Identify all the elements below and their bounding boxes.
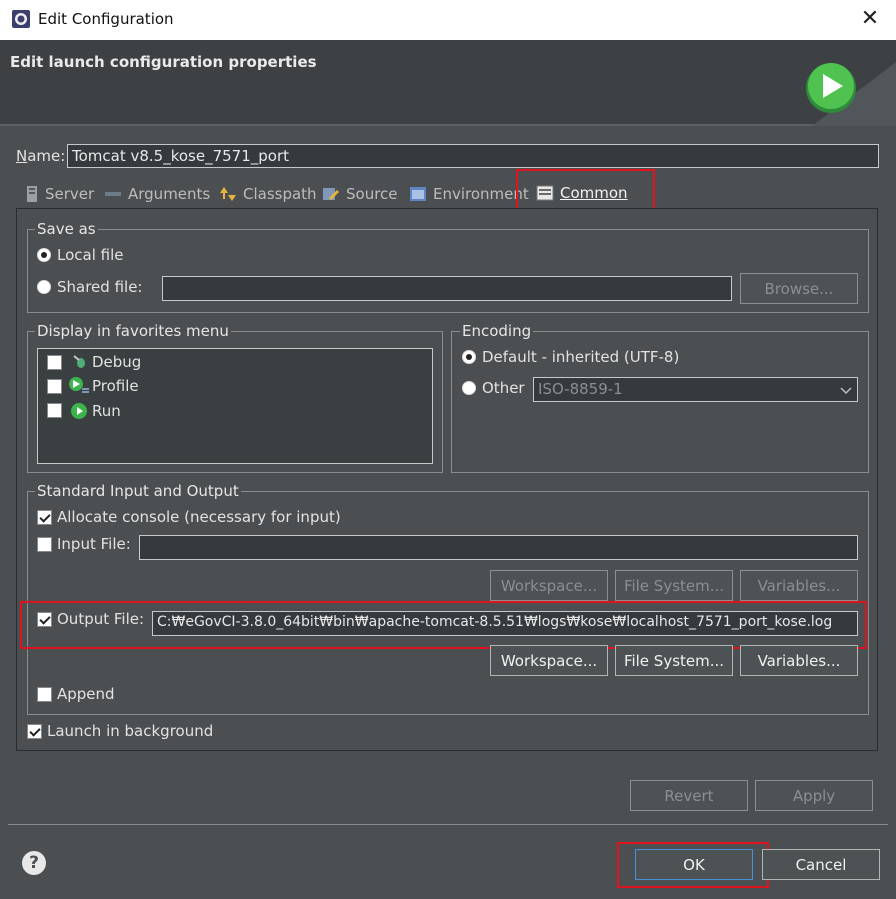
run-banner-icon <box>806 62 896 126</box>
output-variables-button[interactable]: Variables... <box>740 645 858 676</box>
encoding-default-label[interactable]: Default - inherited (UTF-8) <box>482 348 679 366</box>
encoding-other-label[interactable]: Other <box>482 379 525 397</box>
launch-background-checkbox[interactable] <box>27 724 42 739</box>
debug-icon <box>73 355 85 368</box>
header-title: Edit launch configuration properties <box>10 53 317 71</box>
server-icon <box>27 186 37 202</box>
append-label[interactable]: Append <box>57 685 115 703</box>
cancel-button[interactable]: Cancel <box>762 849 880 880</box>
favorite-profile-checkbox[interactable] <box>47 379 62 394</box>
allocate-console-label[interactable]: Allocate console (necessary for input) <box>57 508 341 526</box>
run-icon <box>71 403 87 419</box>
save-as-title: Save as <box>35 220 98 238</box>
help-icon[interactable]: ? <box>22 851 46 875</box>
input-file-system-button[interactable]: File System... <box>615 570 733 601</box>
encoding-other-radio[interactable] <box>462 381 476 395</box>
encoding-default-radio[interactable] <box>462 350 476 364</box>
revert-button[interactable]: Revert <box>630 780 748 811</box>
tab-arguments[interactable]: Arguments <box>104 180 210 208</box>
environment-icon <box>410 187 426 201</box>
browse-button[interactable]: Browse... <box>740 273 858 304</box>
favorite-debug-checkbox[interactable] <box>47 355 62 370</box>
chevron-down-icon[interactable] <box>836 380 856 400</box>
arguments-icon <box>105 192 121 196</box>
input-file-field[interactable] <box>139 535 858 560</box>
tab-source[interactable]: Source <box>322 180 398 208</box>
close-icon[interactable]: ✕ <box>858 6 882 32</box>
tab-classpath-label: Classpath <box>243 185 317 203</box>
input-file-label[interactable]: Input File: <box>57 535 131 553</box>
local-file-radio[interactable] <box>37 248 51 262</box>
append-checkbox[interactable] <box>37 687 52 702</box>
launch-background-label[interactable]: Launch in background <box>47 722 213 740</box>
input-variables-button[interactable]: Variables... <box>740 570 858 601</box>
output-workspace-button[interactable]: Workspace... <box>490 645 608 676</box>
encoding-other-value: ISO-8859-1 <box>538 380 623 398</box>
window-titlebar: Edit Configuration ✕ <box>0 0 896 40</box>
tab-environment-label: Environment <box>433 185 529 203</box>
highlight-output-file <box>20 601 867 649</box>
name-input[interactable]: Tomcat v8.5_kose_7571_port <box>67 144 879 168</box>
input-file-checkbox[interactable] <box>37 537 52 552</box>
shared-file-radio[interactable] <box>37 280 51 294</box>
favorite-profile-label: Profile <box>92 377 139 395</box>
favorite-debug-label: Debug <box>92 353 142 371</box>
classpath-icon <box>220 187 236 201</box>
tab-server-label: Server <box>45 185 95 203</box>
favorites-title: Display in favorites menu <box>35 322 231 340</box>
tab-server[interactable]: Server <box>25 180 94 208</box>
output-file-system-button[interactable]: File System... <box>615 645 733 676</box>
allocate-console-checkbox[interactable] <box>37 510 52 525</box>
tab-environment[interactable]: Environment <box>409 180 529 208</box>
encoding-other-select[interactable]: ISO-8859-1 <box>533 377 858 402</box>
eclipse-app-icon <box>12 10 30 28</box>
tab-arguments-label: Arguments <box>128 185 211 203</box>
name-label: Name: <box>16 147 66 165</box>
shared-file-input[interactable] <box>162 276 732 301</box>
favorite-run-checkbox[interactable] <box>47 403 62 418</box>
footer-divider <box>8 824 888 825</box>
source-icon <box>323 188 339 200</box>
dialog-header: Edit launch configuration properties <box>0 40 896 126</box>
stdio-title: Standard Input and Output <box>35 482 241 500</box>
profile-icon <box>69 377 89 393</box>
shared-file-label[interactable]: Shared file: <box>57 278 142 296</box>
favorite-run-label: Run <box>92 402 121 420</box>
highlight-ok-button <box>617 842 769 888</box>
window-title: Edit Configuration <box>38 10 174 28</box>
apply-button[interactable]: Apply <box>755 780 873 811</box>
encoding-title: Encoding <box>460 322 534 340</box>
local-file-label[interactable]: Local file <box>57 246 124 264</box>
tab-classpath[interactable]: Classpath <box>219 180 317 208</box>
tab-source-label: Source <box>346 185 398 203</box>
input-workspace-button[interactable]: Workspace... <box>490 570 608 601</box>
